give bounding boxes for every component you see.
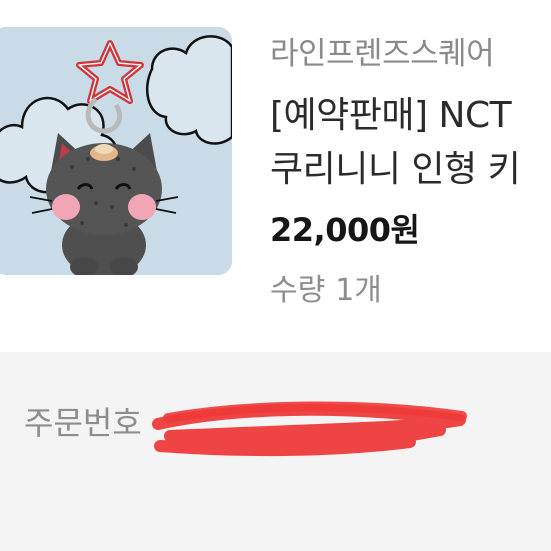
redaction-scribble [152, 401, 467, 457]
